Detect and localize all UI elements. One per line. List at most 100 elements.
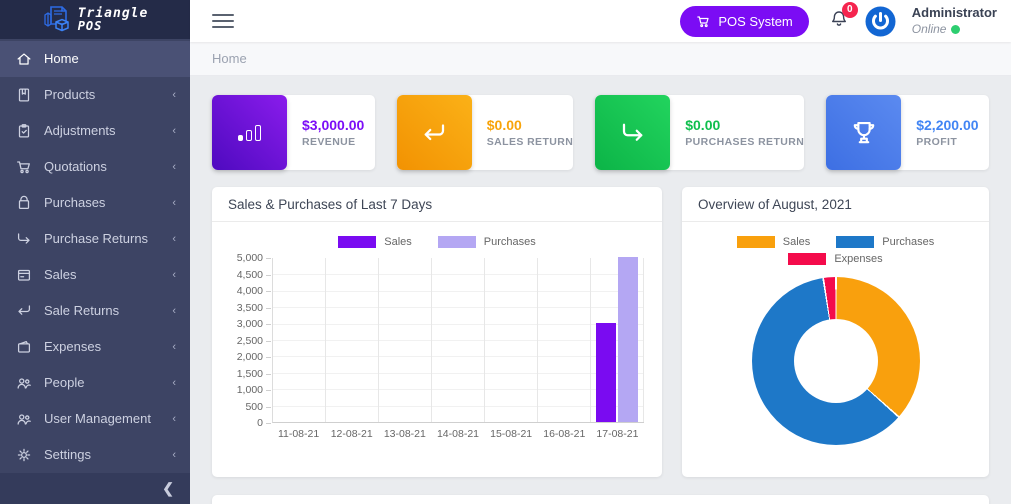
y-tick-label: 3,000: [237, 318, 263, 330]
logo-icon: [42, 4, 72, 34]
pos-system-label: POS System: [718, 14, 792, 29]
sidebar-item-settings[interactable]: Settings‹: [0, 437, 190, 473]
bar-chart-x-axis: 11-08-2112-08-2113-08-2114-08-2115-08-21…: [272, 428, 644, 440]
sidebar-item-label: Sales: [44, 267, 172, 282]
bar-category-13-08-21: [379, 258, 432, 422]
stat-card-revenue: $3,000.00 REVENUE: [212, 95, 375, 170]
y-tick-label: 2,000: [237, 351, 263, 363]
hamburger-menu-icon[interactable]: [212, 14, 234, 28]
pos-system-button[interactable]: POS System: [680, 6, 808, 37]
notifications-bell[interactable]: 0: [829, 9, 849, 34]
bar-chart-card: Sales & Purchases of Last 7 Days Sales Pu…: [212, 187, 662, 477]
bar-category-15-08-21: [485, 258, 538, 422]
y-tick-label: 0: [257, 417, 263, 429]
bar-category-17-08-21: [591, 258, 644, 422]
corner-right-icon: [595, 95, 670, 170]
bottom-card-partial: [212, 495, 989, 504]
stat-value: $3,000.00: [302, 117, 364, 133]
shopping-bag-icon: [15, 194, 33, 212]
sidebar-item-label: Quotations: [44, 159, 172, 174]
legend-item-expenses[interactable]: Expenses: [788, 253, 882, 265]
breadcrumb-home-link[interactable]: Home: [212, 51, 247, 66]
donut-chart-card: Overview of August, 2021 SalesPurchasesE…: [682, 187, 989, 477]
sidebar-item-purchases[interactable]: Purchases‹: [0, 185, 190, 221]
sidebar-item-user-management[interactable]: User Management‹: [0, 401, 190, 437]
sidebar: Triangle POS HomeProducts‹Adjustments‹Qu…: [0, 0, 190, 504]
notification-badge: 0: [842, 2, 858, 18]
logo-line-1: Triangle: [78, 7, 149, 20]
topbar: POS System 0 Admi: [190, 0, 1011, 42]
stat-label: PROFIT: [916, 136, 978, 148]
y-tick-label: 2,500: [237, 335, 263, 347]
x-tick-label: 16-08-21: [538, 428, 591, 440]
x-tick-label: 12-08-21: [325, 428, 378, 440]
y-tick-label: 4,500: [237, 269, 263, 281]
users-icon: [15, 410, 33, 428]
legend-item-sales[interactable]: Sales: [338, 236, 412, 248]
bar-category-12-08-21: [326, 258, 379, 422]
donut-chart-legend: Sales Purchases Expenses: [700, 236, 971, 265]
sidebar-item-expenses[interactable]: Expenses‹: [0, 329, 190, 365]
stat-card-sales-return: $0.00 SALES RETURN: [397, 95, 573, 170]
sidebar-item-purchase-returns[interactable]: Purchase Returns‹: [0, 221, 190, 257]
chevron-left-icon: ‹: [172, 161, 176, 173]
legend-swatch: [338, 236, 376, 248]
main-area: POS System 0 Admi: [190, 0, 1011, 504]
chevron-left-icon: ‹: [172, 305, 176, 317]
sidebar-item-label: Expenses: [44, 339, 172, 354]
logo[interactable]: Triangle POS: [0, 0, 190, 39]
y-tick-label: 1,500: [237, 368, 263, 380]
user-status: Online: [912, 22, 997, 37]
chevron-left-icon: ‹: [172, 413, 176, 425]
corner-right-icon: [15, 230, 33, 248]
stat-value: $0.00: [487, 117, 573, 133]
topbar-right: POS System 0 Admi: [680, 5, 997, 36]
legend-swatch: [438, 236, 476, 248]
sidebar-item-label: Settings: [44, 447, 172, 462]
stat-value: $0.00: [685, 117, 804, 133]
legend-item-sales[interactable]: Sales: [737, 236, 811, 248]
user-avatar-power-icon[interactable]: [865, 6, 896, 37]
trophy-icon: [826, 95, 901, 170]
bar-sales-17-08-21: [596, 323, 616, 422]
donut-chart: [752, 277, 920, 445]
sidebar-item-adjustments[interactable]: Adjustments‹: [0, 113, 190, 149]
sidebar-item-label: Home: [44, 51, 176, 66]
register-icon: [15, 266, 33, 284]
legend-swatch: [836, 236, 874, 248]
user-info[interactable]: Administrator Online: [912, 5, 997, 36]
legend-item-purchases[interactable]: Purchases: [438, 236, 536, 248]
home-icon: [15, 50, 33, 68]
sidebar-item-people[interactable]: People‹: [0, 365, 190, 401]
sidebar-item-sales[interactable]: Sales‹: [0, 257, 190, 293]
bar-chart-title: Sales & Purchases of Last 7 Days: [212, 187, 662, 222]
y-tick-label: 1,000: [237, 384, 263, 396]
sidebar-item-quotations[interactable]: Quotations‹: [0, 149, 190, 185]
sidebar-item-label: Purchases: [44, 195, 172, 210]
sidebar-item-label: People: [44, 375, 172, 390]
bar-category-16-08-21: [538, 258, 591, 422]
stat-card-profit: $2,200.00PROFIT: [826, 95, 989, 170]
sidebar-collapse-button[interactable]: ❮: [0, 473, 190, 504]
bar-category-11-08-21: [273, 258, 326, 422]
stat-label: SALES RETURN: [487, 136, 573, 148]
chevron-left-icon: ‹: [172, 449, 176, 461]
sidebar-item-products[interactable]: Products‹: [0, 77, 190, 113]
stat-label: REVENUE: [302, 136, 364, 148]
sidebar-item-home[interactable]: Home: [0, 41, 190, 77]
return-left-icon: [397, 95, 472, 170]
x-tick-label: 14-08-21: [431, 428, 484, 440]
cart-icon: [696, 14, 711, 29]
stat-card-purchases-return: $0.00PURCHASES RETURN: [595, 95, 804, 170]
y-tick-label: 4,000: [237, 285, 263, 297]
chevron-left-icon: ‹: [172, 125, 176, 137]
logo-line-2: POS: [78, 20, 149, 32]
y-tick-label: 5,000: [237, 252, 263, 264]
sidebar-item-sale-returns[interactable]: Sale Returns‹: [0, 293, 190, 329]
x-tick-label: 17-08-21: [591, 428, 644, 440]
y-tick-label: 3,500: [237, 302, 263, 314]
legend-item-purchases[interactable]: Purchases: [836, 236, 934, 248]
sidebar-item-label: Adjustments: [44, 123, 172, 138]
chevron-left-icon: ‹: [172, 89, 176, 101]
chevron-left-icon: ‹: [172, 341, 176, 353]
